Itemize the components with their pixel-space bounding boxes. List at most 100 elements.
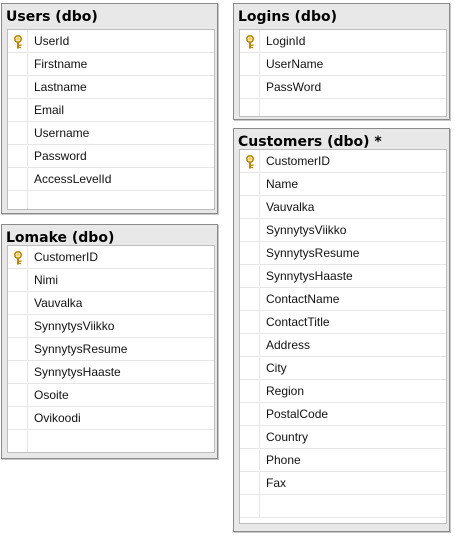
row-selector[interactable] bbox=[240, 380, 260, 402]
row-selector[interactable] bbox=[8, 338, 28, 360]
row-selector[interactable] bbox=[8, 168, 28, 190]
row-selector[interactable] bbox=[8, 269, 28, 291]
column-row[interactable]: UserId bbox=[8, 30, 214, 53]
column-name: Vauvalka bbox=[34, 296, 83, 310]
column-row[interactable]: City bbox=[240, 357, 446, 380]
row-selector[interactable] bbox=[8, 99, 28, 121]
table-logins[interactable]: Logins (dbo) LoginId UserName PassWord bbox=[233, 3, 450, 120]
row-selector[interactable] bbox=[8, 292, 28, 314]
row-selector[interactable] bbox=[240, 173, 260, 195]
row-selector[interactable] bbox=[240, 242, 260, 264]
column-row[interactable]: Osoite bbox=[8, 384, 214, 407]
column-row[interactable]: Name bbox=[240, 173, 446, 196]
column-row[interactable]: ContactTitle bbox=[240, 311, 446, 334]
new-column-row[interactable] bbox=[240, 99, 446, 116]
new-column-row[interactable] bbox=[8, 191, 214, 209]
column-row[interactable]: Firstname bbox=[8, 53, 214, 76]
column-row[interactable]: Phone bbox=[240, 449, 446, 472]
column-name: Password bbox=[34, 149, 87, 163]
column-row[interactable]: ContactName bbox=[240, 288, 446, 311]
row-selector[interactable] bbox=[240, 265, 260, 287]
column-row[interactable]: CustomerID bbox=[240, 150, 446, 173]
row-selector[interactable] bbox=[8, 315, 28, 337]
row-selector[interactable] bbox=[8, 145, 28, 167]
column-row[interactable]: SynnytysHaaste bbox=[8, 361, 214, 384]
column-name: ContactTitle bbox=[266, 315, 330, 329]
column-grid: CustomerID Name Vauvalka SynnytysViikko Synn… bbox=[239, 149, 447, 524]
row-selector[interactable] bbox=[8, 53, 28, 75]
row-selector[interactable] bbox=[8, 122, 28, 144]
row-selector[interactable] bbox=[8, 30, 28, 52]
row-selector[interactable] bbox=[240, 472, 260, 494]
new-column-row[interactable] bbox=[240, 495, 446, 518]
row-selector[interactable] bbox=[240, 150, 260, 172]
column-name: UserId bbox=[34, 34, 70, 48]
row-selector[interactable] bbox=[240, 76, 260, 98]
table-users[interactable]: Users (dbo) UserId Firstname Lastname Email… bbox=[1, 3, 218, 214]
column-name: SynnytysViikko bbox=[34, 319, 115, 333]
column-row[interactable]: Email bbox=[8, 99, 214, 122]
column-row[interactable]: Nimi bbox=[8, 269, 214, 292]
row-selector[interactable] bbox=[240, 219, 260, 241]
column-name: Region bbox=[266, 384, 305, 398]
column-row[interactable]: Country bbox=[240, 426, 446, 449]
column-row[interactable]: PassWord bbox=[240, 76, 446, 99]
row-selector[interactable] bbox=[8, 384, 28, 406]
new-column-row[interactable] bbox=[8, 430, 214, 452]
primary-key-icon bbox=[12, 250, 24, 265]
row-selector[interactable] bbox=[240, 426, 260, 448]
column-row[interactable]: SynnytysResume bbox=[8, 338, 214, 361]
column-row[interactable]: LoginId bbox=[240, 30, 446, 53]
table-title[interactable]: Logins (dbo) bbox=[238, 9, 337, 26]
column-row[interactable]: Address bbox=[240, 334, 446, 357]
table-customers[interactable]: Customers (dbo) * CustomerID Name Vauvalka… bbox=[233, 128, 450, 532]
column-row[interactable]: Ovikoodi bbox=[8, 407, 214, 430]
column-row[interactable]: Password bbox=[8, 145, 214, 168]
column-name: Username bbox=[34, 126, 90, 140]
column-row[interactable]: PostalCode bbox=[240, 403, 446, 426]
column-row[interactable]: Fax bbox=[240, 472, 446, 495]
column-row[interactable]: Username bbox=[8, 122, 214, 145]
column-name: City bbox=[266, 361, 287, 375]
column-name: Country bbox=[266, 430, 309, 444]
row-selector[interactable] bbox=[8, 361, 28, 383]
column-row[interactable]: SynnytysViikko bbox=[8, 315, 214, 338]
row-selector[interactable] bbox=[240, 449, 260, 471]
column-row[interactable]: SynnytysHaaste bbox=[240, 265, 446, 288]
column-row[interactable]: UserName bbox=[240, 53, 446, 76]
row-selector[interactable] bbox=[240, 30, 260, 52]
row-selector[interactable] bbox=[240, 53, 260, 75]
row-selector[interactable] bbox=[8, 407, 28, 429]
column-name: SynnytysHaaste bbox=[34, 365, 121, 379]
column-name: SynnytysViikko bbox=[266, 223, 347, 237]
column-row[interactable]: CustomerID bbox=[8, 246, 214, 269]
row-selector[interactable] bbox=[240, 288, 260, 310]
row-selector[interactable] bbox=[240, 334, 260, 356]
row-selector[interactable] bbox=[240, 311, 260, 333]
row-selector[interactable] bbox=[8, 76, 28, 98]
row-selector[interactable] bbox=[240, 495, 260, 517]
row-selector[interactable] bbox=[240, 403, 260, 425]
row-selector[interactable] bbox=[8, 191, 28, 209]
column-name: Nimi bbox=[34, 273, 58, 287]
column-row[interactable]: SynnytysViikko bbox=[240, 219, 446, 242]
row-selector[interactable] bbox=[240, 99, 260, 116]
column-name: SynnytysResume bbox=[266, 246, 360, 260]
row-selector[interactable] bbox=[8, 430, 28, 452]
column-row[interactable]: Lastname bbox=[8, 76, 214, 99]
column-row[interactable]: AccessLevelId bbox=[8, 168, 214, 191]
column-name: Name bbox=[266, 177, 299, 191]
row-selector[interactable] bbox=[8, 246, 28, 268]
row-selector[interactable] bbox=[240, 196, 260, 218]
column-name: LoginId bbox=[266, 34, 306, 48]
table-lomake[interactable]: Lomake (dbo) CustomerID Nimi Vauvalka Synny… bbox=[1, 224, 218, 459]
column-name: SynnytysResume bbox=[34, 342, 128, 356]
table-title[interactable]: Users (dbo) bbox=[6, 9, 98, 26]
column-row[interactable]: Vauvalka bbox=[8, 292, 214, 315]
column-row[interactable]: SynnytysResume bbox=[240, 242, 446, 265]
column-row[interactable]: Vauvalka bbox=[240, 196, 446, 219]
column-name: AccessLevelId bbox=[34, 172, 112, 186]
column-name: Phone bbox=[266, 453, 301, 467]
column-row[interactable]: Region bbox=[240, 380, 446, 403]
row-selector[interactable] bbox=[240, 357, 260, 379]
